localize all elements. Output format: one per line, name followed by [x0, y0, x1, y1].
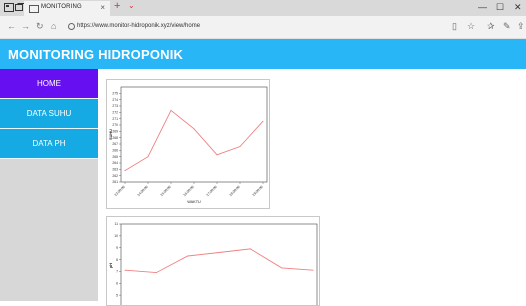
temp-data-point	[262, 120, 264, 122]
ph-y-tick-label: 7	[116, 270, 118, 274]
notes-icon[interactable]: ✎	[503, 21, 511, 32]
minimize-icon[interactable]: —	[478, 2, 487, 12]
ph-y-tick-label: 10	[114, 234, 118, 238]
sidebar-item-home[interactable]: HOME	[0, 69, 98, 99]
temp-data-point	[147, 156, 149, 158]
site-header: MONITORING HIDROPONIK	[0, 39, 526, 69]
temp-y-tick-label: 270	[112, 123, 118, 127]
ph-data-point	[281, 267, 283, 269]
temp-x-tick-label: 16:00:00	[183, 185, 195, 197]
temp-y-tick-label: 264	[112, 161, 118, 165]
close-window-icon[interactable]: ✕	[514, 2, 522, 13]
temp-x-tick-label: 14:00:00	[137, 185, 149, 197]
temp-y-tick-label: 275	[112, 92, 118, 96]
temperature-chart: 261 262 263 264 265 266 267 268 269 270 271 272 273 2…	[109, 86, 268, 204]
temp-data-point	[216, 154, 218, 156]
tab-title: MONITORING	[41, 4, 82, 10]
temp-y-tick-label: 272	[112, 111, 118, 115]
ph-y-tick-label: 11	[114, 222, 118, 226]
temp-y-tick-label: 273	[112, 104, 118, 108]
forward-icon[interactable]: →	[21, 21, 30, 31]
temp-y-tick-label: 268	[112, 136, 118, 140]
ph-y-tick-label: 8	[116, 258, 118, 262]
ph-data-point	[155, 272, 157, 274]
temp-x-axis-label: WAKTU	[187, 200, 201, 204]
temp-y-tick-label: 263	[112, 168, 118, 172]
new-tab-icon[interactable]: +	[114, 0, 120, 12]
temp-y-tick-label: 261	[112, 180, 118, 184]
site-title: MONITORING HIDROPONIK	[8, 47, 184, 62]
browser-tab-bar: MONITORING × + ⌄ — ☐ ✕	[0, 0, 526, 16]
favorites-list-icon[interactable]: ✰	[487, 21, 495, 32]
temp-x-tick-label: 19:00:00	[252, 185, 264, 197]
sidebar-item-data-ph[interactable]: DATA PH	[0, 129, 98, 159]
temp-y-tick-label: 267	[112, 142, 118, 146]
temp-data-point	[124, 170, 126, 172]
ph-y-axis-label: pH	[109, 263, 113, 268]
temp-y-tick-label: 269	[112, 130, 118, 134]
ph-chart: 5 6 7 8 9 10 11 pH	[109, 222, 318, 305]
reading-view-icon[interactable]: ▯	[452, 21, 457, 32]
address-toolbar: ← → ↻ ⌂ https://www.monitor-hidroponik.x…	[0, 16, 526, 39]
sidebar-item-data-suhu[interactable]: DATA SUHU	[0, 99, 98, 129]
maximize-icon[interactable]: ☐	[496, 2, 504, 13]
ph-plot-frame	[120, 223, 318, 305]
ph-data-point	[249, 248, 251, 250]
temp-y-tick-label: 265	[112, 155, 118, 159]
temp-plot-frame	[120, 86, 268, 183]
temp-y-axis-label: SUHU	[109, 129, 113, 140]
refresh-icon[interactable]: ↻	[36, 21, 44, 32]
temp-series-line	[124, 109, 264, 171]
temp-y-tick-label: 274	[112, 98, 118, 102]
home-icon[interactable]: ⌂	[51, 21, 56, 31]
page-icon	[29, 5, 39, 13]
sidebar: HOME DATA SUHU DATA PH	[0, 69, 98, 301]
share-icon[interactable]: ⇪	[517, 21, 525, 32]
temp-x-tick-label: 15:00:00	[160, 185, 172, 197]
temperature-chart-card: 261 262 263 264 265 266 267 268 269 270 271 272 273 2…	[106, 79, 270, 209]
temp-x-tick-label: 17:00:00	[206, 185, 218, 197]
temp-x-tick-label: 13:00:00	[114, 185, 126, 197]
ph-y-tick-label: 6	[116, 281, 118, 285]
site-info-icon[interactable]	[68, 23, 75, 30]
favorite-icon[interactable]: ☆	[467, 21, 475, 32]
ph-y-tick-label: 5	[116, 293, 118, 297]
temp-data-point	[239, 146, 241, 148]
temp-y-tick-label: 262	[112, 174, 118, 178]
ph-data-point	[187, 255, 189, 257]
back-icon[interactable]: ←	[7, 21, 16, 31]
temp-y-tick-label: 271	[112, 117, 118, 121]
close-tab-icon[interactable]: ×	[100, 3, 105, 12]
tab-preview-icon[interactable]	[4, 3, 14, 12]
active-tab[interactable]: MONITORING ×	[24, 1, 110, 16]
ph-chart-card: 5 6 7 8 9 10 11 pH	[106, 216, 320, 306]
temp-data-point	[193, 128, 195, 130]
temp-data-point	[170, 109, 172, 111]
ph-data-point	[312, 269, 314, 271]
address-bar-url[interactable]: https://www.monitor-hidroponik.xyz/view/…	[77, 23, 200, 29]
temp-y-tick-label: 266	[112, 149, 118, 153]
tab-menu-chevron-icon[interactable]: ⌄	[128, 1, 135, 10]
ph-data-point	[124, 269, 126, 271]
temp-x-tick-label: 18:00:00	[229, 185, 241, 197]
ph-data-point	[218, 251, 220, 253]
ph-y-tick-label: 9	[116, 246, 118, 250]
